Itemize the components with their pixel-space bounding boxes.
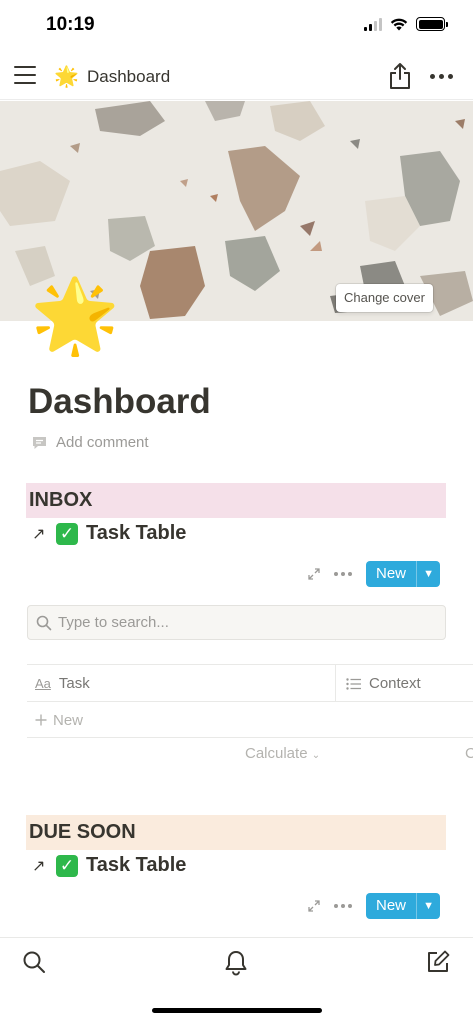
inbox-db-toolbar: New ▼ (308, 561, 441, 587)
table-search (27, 605, 446, 640)
home-indicator[interactable] (152, 1008, 322, 1013)
chevron-down-icon[interactable]: ▼ (416, 893, 440, 919)
new-button-label[interactable]: New (366, 561, 416, 587)
inbox-new-button[interactable]: New ▼ (366, 561, 441, 587)
menu-icon[interactable] (14, 66, 36, 84)
more-icon[interactable] (430, 74, 453, 79)
nav-page-title[interactable]: Dashboard (87, 67, 170, 87)
task-table-link-label: Task Table (86, 854, 187, 876)
inbox-header: INBOX (26, 483, 446, 518)
table-header: Aa Task Context (27, 664, 473, 702)
page-title[interactable]: Dashboard (28, 382, 211, 422)
status-time: 10:19 (46, 14, 95, 35)
add-comment-button[interactable]: Add comment (32, 434, 149, 451)
battery-icon (416, 17, 448, 31)
check-mark-icon: ✓ (56, 522, 78, 545)
wifi-icon (390, 18, 408, 31)
link-arrow-icon: ↗ (32, 857, 46, 875)
due-soon-header: DUE SOON (26, 815, 446, 850)
due-soon-task-table-link[interactable]: ↗ ✓ Task Table (32, 854, 186, 877)
new-button-label[interactable]: New (366, 893, 416, 919)
expand-icon[interactable] (308, 568, 320, 580)
change-cover-button[interactable]: Change cover (336, 284, 433, 312)
db-more-icon[interactable] (334, 572, 352, 576)
chevron-down-icon[interactable]: ▼ (416, 561, 440, 587)
column-task[interactable]: Aa Task (35, 665, 90, 702)
list-icon (346, 677, 361, 690)
add-new-row-button[interactable]: New (27, 703, 473, 738)
comment-icon (33, 436, 46, 449)
column-task-label: Task (58, 675, 90, 692)
search-input[interactable] (58, 606, 438, 639)
status-bar: 10:19 (0, 0, 473, 50)
task-table-link-label: Task Table (86, 522, 187, 544)
inbox-task-table-link[interactable]: ↗ ✓ Task Table (32, 522, 186, 545)
status-icons (364, 17, 448, 31)
link-arrow-icon: ↗ (32, 525, 46, 543)
share-icon[interactable] (388, 62, 412, 90)
page-icon[interactable]: 🌟 (30, 280, 120, 352)
add-comment-label: Add comment (56, 434, 149, 451)
due-soon-new-button[interactable]: New ▼ (366, 893, 441, 919)
check-mark-icon: ✓ (56, 854, 78, 877)
column-context-label: Context (369, 675, 421, 692)
plus-icon (35, 714, 47, 726)
search-icon[interactable] (22, 950, 46, 974)
column-context[interactable]: Context (335, 665, 421, 702)
chevron-down-icon: ⌄ (311, 750, 321, 761)
compose-icon[interactable] (426, 950, 450, 974)
calculate-button-clipped[interactable]: C (465, 745, 473, 762)
text-property-icon: Aa (35, 676, 51, 691)
page-emoji-icon: 🌟 (54, 66, 79, 88)
signal-icon (364, 17, 382, 31)
db-more-icon[interactable] (334, 904, 352, 908)
due-soon-db-toolbar: New ▼ (308, 893, 441, 919)
calculate-button[interactable]: Calculate ⌄ (245, 745, 320, 762)
new-row-label: New (53, 711, 84, 729)
expand-icon[interactable] (308, 900, 320, 912)
search-icon (36, 615, 52, 631)
bell-icon[interactable] (224, 950, 248, 976)
calculate-label: Calculate (245, 745, 308, 762)
top-nav-bar: 🌟 Dashboard (0, 52, 473, 100)
